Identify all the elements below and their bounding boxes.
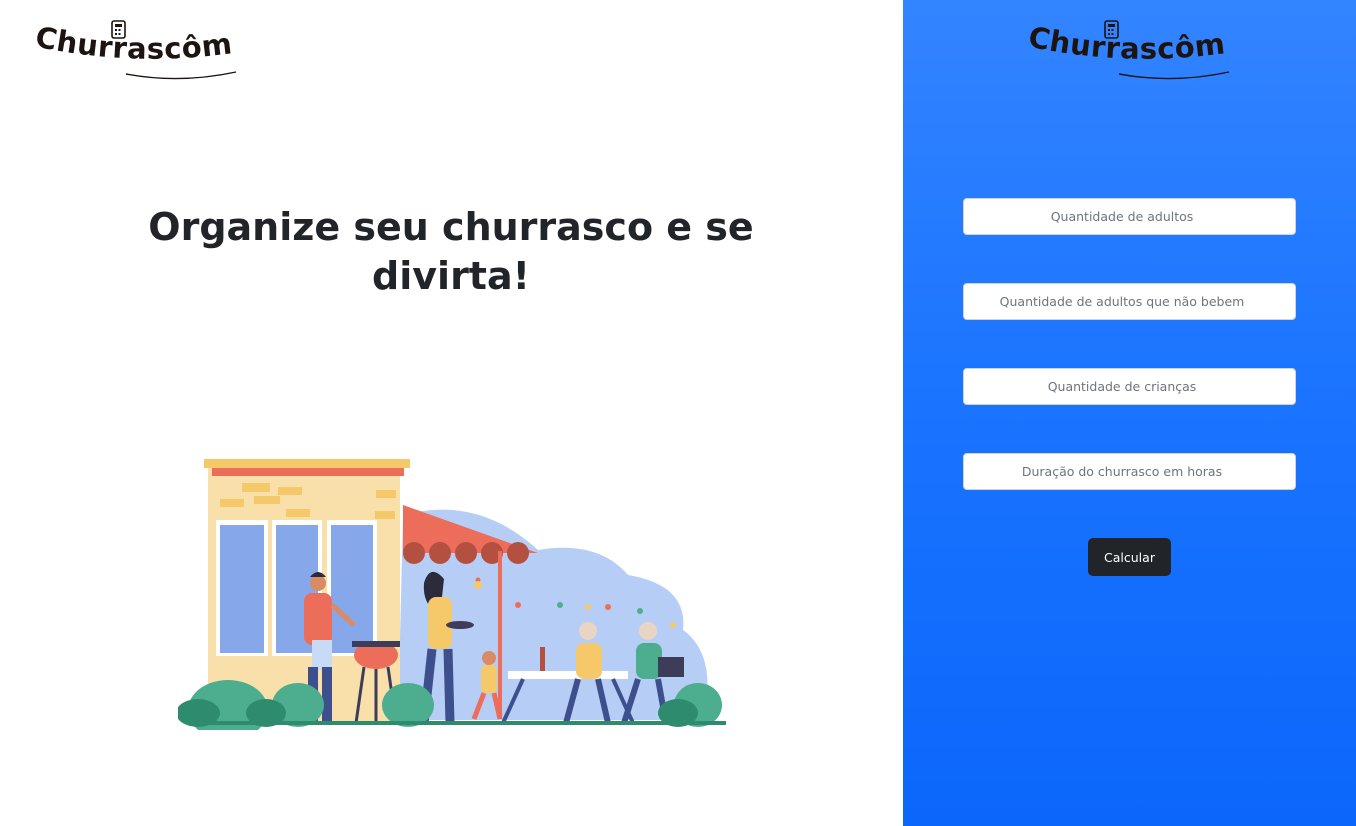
barbecue-party-illustration [178,459,726,730]
logo-swoosh [125,71,237,80]
logo-text: Churrascômetro [30,16,234,66]
duration-hours-input[interactable] [963,453,1296,490]
page-title: Organize seu churrasco e se divirta! [148,205,754,298]
left-pane: Churrascômetro Organize seu churrasco e … [0,0,903,826]
children-input[interactable] [963,368,1296,405]
adults-input[interactable] [963,198,1296,235]
brand-logo: Churrascômetro [30,16,237,80]
calculate-button[interactable]: Calcular [1088,538,1171,576]
svg-text:Churrascômetro: Churrascômetro [1023,16,1227,66]
logo-swoosh [1118,71,1230,80]
svg-text:Churrascômetro: Churrascômetro [30,16,234,66]
brand-logo-panel: Churrascômetro [1023,16,1230,80]
barbecue-form [963,198,1296,490]
logo-text: Churrascômetro [1023,16,1227,66]
non-drinking-adults-input[interactable] [963,283,1296,320]
calculator-panel: Churrascômetro Calcular [903,0,1356,826]
